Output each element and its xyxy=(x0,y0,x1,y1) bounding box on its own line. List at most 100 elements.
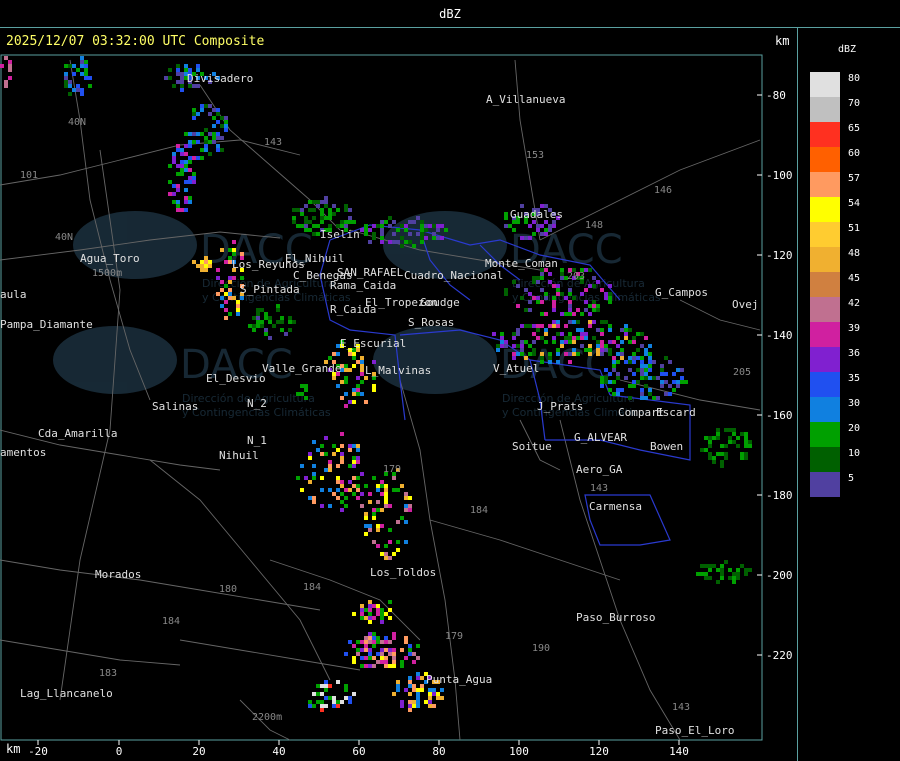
echo-cell xyxy=(240,296,244,300)
echo-cell xyxy=(300,212,304,216)
echo-cell xyxy=(212,136,216,140)
echo-cell xyxy=(644,364,648,368)
echo-cell xyxy=(216,132,220,136)
echo-cell xyxy=(296,224,300,228)
echo-cell xyxy=(672,388,676,392)
echo-cell xyxy=(416,704,420,708)
echo-cell xyxy=(536,324,540,328)
echo-cell xyxy=(576,352,580,356)
echo-cell xyxy=(736,436,740,440)
echo-cell xyxy=(356,496,360,500)
echo-cell xyxy=(720,452,724,456)
echo-cell xyxy=(352,220,356,224)
echo-cell xyxy=(388,616,392,620)
echo-cell xyxy=(348,400,352,404)
echo-cell xyxy=(360,472,364,476)
echo-cell xyxy=(720,460,724,464)
route-label: 146 xyxy=(654,185,672,196)
echo-cell xyxy=(188,180,192,184)
echo-cell xyxy=(320,704,324,708)
echo-cell xyxy=(584,348,588,352)
echo-cell xyxy=(744,432,748,436)
echo-cell xyxy=(332,352,336,356)
y-axis-unit-label: km xyxy=(775,34,790,48)
echo-cell xyxy=(200,132,204,136)
echo-cell xyxy=(408,508,412,512)
echo-cell xyxy=(380,640,384,644)
echo-cell xyxy=(204,104,208,108)
echo-cell xyxy=(328,684,332,688)
echo-cell xyxy=(220,280,224,284)
echo-cell xyxy=(560,268,564,272)
echo-cell xyxy=(360,608,364,612)
echo-cell xyxy=(372,236,376,240)
echo-cell xyxy=(172,156,176,160)
echo-cell xyxy=(352,460,356,464)
echo-cell xyxy=(384,492,388,496)
echo-cell xyxy=(628,340,632,344)
echo-cell xyxy=(656,396,660,400)
echo-cell xyxy=(368,648,372,652)
echo-cell xyxy=(356,384,360,388)
echo-cell xyxy=(372,604,376,608)
route-label: 40N xyxy=(68,117,86,128)
echo-cell xyxy=(332,696,336,700)
legend-label: 51 xyxy=(848,223,861,234)
echo-cell xyxy=(220,148,224,152)
echo-cell xyxy=(652,376,656,380)
echo-cell xyxy=(712,436,716,440)
echo-cell xyxy=(408,504,412,508)
echo-cell xyxy=(340,396,344,400)
echo-cell xyxy=(512,280,516,284)
echo-cell xyxy=(80,72,84,76)
echo-cell xyxy=(308,220,312,224)
echo-cell xyxy=(172,184,176,188)
echo-cell xyxy=(168,164,172,168)
echo-cell xyxy=(188,132,192,136)
echo-cell xyxy=(416,216,420,220)
echo-cell xyxy=(200,268,204,272)
echo-cell xyxy=(380,616,384,620)
echo-cell xyxy=(304,224,308,228)
echo-cell xyxy=(176,200,180,204)
echo-cell xyxy=(536,300,540,304)
echo-cell xyxy=(600,340,604,344)
echo-cell xyxy=(600,288,604,292)
echo-cell xyxy=(392,232,396,236)
echo-cell xyxy=(420,232,424,236)
radar-map[interactable]: DACCDirección de Agriculturay Contingenc… xyxy=(0,0,900,761)
route-label: 101 xyxy=(20,170,38,181)
echo-cell xyxy=(320,200,324,204)
echo-cell xyxy=(208,140,212,144)
echo-cell xyxy=(308,496,312,500)
echo-cell xyxy=(224,116,228,120)
legend-swatch xyxy=(810,297,840,322)
echo-cell xyxy=(708,440,712,444)
echo-cell xyxy=(392,648,396,652)
echo-cell xyxy=(608,324,612,328)
echo-cell xyxy=(344,684,348,688)
echo-cell xyxy=(196,156,200,160)
place-label: Paso_El_Loro xyxy=(655,724,734,737)
echo-cell xyxy=(336,208,340,212)
echo-cell xyxy=(544,312,548,316)
echo-cell xyxy=(364,516,368,520)
echo-cell xyxy=(748,568,752,572)
echo-cell xyxy=(416,692,420,696)
echo-cell xyxy=(720,576,724,580)
place-label: Valle_Grande xyxy=(262,362,341,375)
echo-cell xyxy=(732,428,736,432)
echo-cell xyxy=(412,244,416,248)
echo-cell xyxy=(316,692,320,696)
echo-cell xyxy=(632,356,636,360)
echo-cell xyxy=(280,320,284,324)
echo-cell xyxy=(500,336,504,340)
echo-cell xyxy=(380,228,384,232)
echo-cell xyxy=(312,692,316,696)
echo-cell xyxy=(80,88,84,92)
echo-cell xyxy=(188,200,192,204)
echo-cell xyxy=(364,648,368,652)
echo-cell xyxy=(168,192,172,196)
echo-cell xyxy=(600,352,604,356)
echo-cell xyxy=(396,228,400,232)
